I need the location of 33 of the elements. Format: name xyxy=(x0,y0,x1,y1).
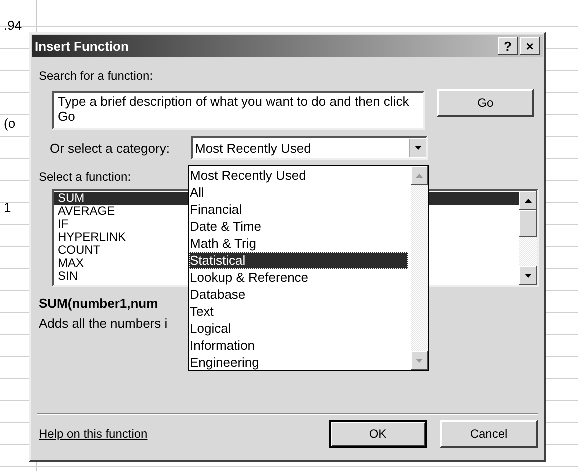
function-description: Adds all the numbers i xyxy=(39,316,168,331)
help-button[interactable]: ? xyxy=(498,37,518,55)
dropdown-option[interactable]: Statistical xyxy=(189,252,408,269)
cancel-button[interactable]: Cancel xyxy=(440,420,538,448)
dropdown-option[interactable]: All xyxy=(189,184,411,201)
function-signature: SUM(number1,num xyxy=(39,296,158,311)
dropdown-option[interactable]: Information xyxy=(189,337,411,354)
dropdown-option[interactable]: Financial xyxy=(189,201,411,218)
search-field[interactable]: Type a brief description of what you want to do and then click Go xyxy=(52,91,426,130)
category-dropdown[interactable]: Most Recently Used xyxy=(191,136,428,160)
window-title: Insert Function xyxy=(35,38,129,54)
cell-text: .94 xyxy=(4,18,22,34)
field-label: Or select a category: xyxy=(50,140,171,156)
dropdown-option[interactable]: Text xyxy=(189,303,411,320)
help-link[interactable]: Help on this function xyxy=(39,427,148,441)
cell-text: (o xyxy=(4,116,16,132)
scroll-up-icon[interactable] xyxy=(519,191,537,210)
dropdown-option[interactable]: Lookup & Reference xyxy=(189,269,411,286)
dropdown-option[interactable]: Date & Time xyxy=(189,218,411,235)
field-label: Search for a function: xyxy=(39,69,154,85)
scroll-thumb[interactable] xyxy=(519,210,537,237)
ok-button[interactable]: OK xyxy=(329,420,427,448)
dropdown-option[interactable]: Database xyxy=(189,286,411,303)
dropdown-option[interactable]: Most Recently Used xyxy=(189,167,411,184)
scroll-down-icon[interactable] xyxy=(519,266,537,285)
scrollbar[interactable] xyxy=(519,191,537,285)
close-button[interactable]: × xyxy=(520,37,540,55)
dropdown-option[interactable]: Logical xyxy=(189,320,411,337)
go-button[interactable]: Go xyxy=(437,89,534,117)
dropdown-option[interactable]: Math & Trig xyxy=(189,235,411,252)
field-label: Select a function: xyxy=(39,170,132,186)
cell-text: 1 xyxy=(4,200,12,216)
dropdown-option[interactable]: Engineering xyxy=(189,354,411,371)
